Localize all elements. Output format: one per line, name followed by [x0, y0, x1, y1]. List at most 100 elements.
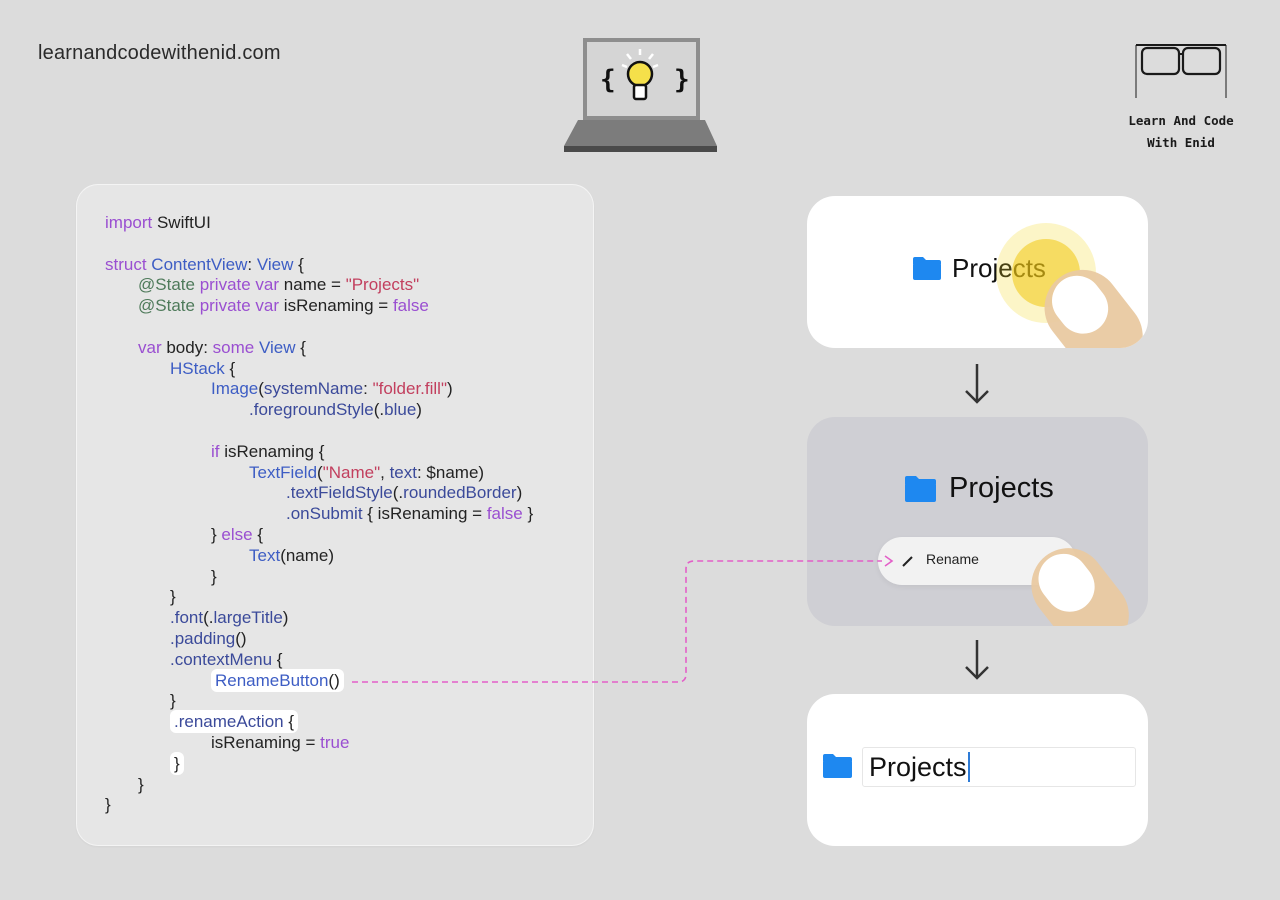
step2-panel: Projects Rename [807, 417, 1148, 626]
folder-icon [913, 257, 941, 280]
code-token: .foregroundStyle [249, 400, 374, 420]
code-line: .contextMenu { [105, 650, 533, 671]
code-token: () [235, 628, 247, 648]
code-token: .font [170, 608, 204, 628]
site-url: learnandcodewithenid.com [38, 42, 281, 64]
code-line: struct ContentView: View { [105, 255, 533, 276]
code-line: } [105, 691, 533, 712]
code-line: isRenaming = true [105, 733, 533, 754]
code-token: body: [161, 337, 213, 357]
laptop-lightbulb-logo: { } [560, 34, 720, 158]
code-token: { [272, 649, 283, 669]
code-token: TextField [249, 462, 318, 482]
code-line: TextField("Name", text: $name) [105, 463, 533, 484]
code-token: blue [384, 400, 417, 420]
code-token: } [105, 795, 111, 815]
code-token: var [138, 337, 162, 357]
code-token: ) [416, 400, 422, 420]
code-line: import SwiftUI [105, 213, 533, 234]
code-token: : [247, 254, 257, 274]
code-line: } [105, 775, 533, 796]
code-token: private var [199, 275, 280, 295]
code-token: isRenaming = [279, 296, 393, 316]
rename-field-value: Projects [869, 752, 967, 782]
code-token: (name) [280, 545, 335, 565]
brand-line-1: Learn And Code [1128, 113, 1234, 128]
code-token: (. [203, 608, 214, 628]
code-line: @State private var isRenaming = false [105, 296, 533, 317]
pencil-icon [902, 556, 913, 567]
code-token: name = [279, 275, 346, 295]
code-token: RenameButton [215, 670, 329, 690]
glasses-icon [1135, 44, 1227, 98]
code-line: } [105, 795, 533, 816]
code-token: } [138, 774, 144, 794]
brand-logo: Learn And Code With Enid [1122, 40, 1240, 154]
code-line: } [105, 751, 533, 775]
code-token: .onSubmit [286, 504, 363, 524]
rename-text-field[interactable]: Projects [862, 747, 1136, 787]
code-token: false [486, 504, 523, 524]
code-token: ContentView [151, 254, 248, 274]
code-token: } [174, 753, 180, 773]
code-line: } [105, 587, 533, 608]
code-token: { [252, 524, 263, 544]
code-token: (. [392, 483, 404, 503]
code-line: .foregroundStyle(.blue) [105, 400, 533, 421]
code-token: { isRenaming = [362, 504, 487, 524]
code-line: var body: some View { [105, 338, 533, 359]
text-caret [967, 752, 970, 782]
code-token: { [293, 254, 304, 274]
code-token: isRenaming { [219, 441, 325, 461]
down-arrow-icon [965, 364, 989, 404]
code-line: .renameAction { [105, 710, 533, 734]
code-token: , [380, 462, 390, 482]
code-token: .padding [170, 628, 236, 648]
code-token: roundedBorder [403, 483, 517, 503]
rename-menu-item[interactable]: Rename [926, 551, 979, 567]
code-token: Text [249, 545, 281, 565]
code-line: HStack { [105, 359, 533, 380]
code-token: import [105, 213, 153, 232]
code-token: .renameAction [174, 712, 284, 732]
code-token: View [258, 337, 296, 357]
tap-finger-icon [996, 223, 1143, 348]
code-token: : [363, 379, 373, 399]
code-token: false [392, 296, 429, 316]
code-token: true [320, 732, 350, 752]
code-line: .padding() [105, 629, 533, 650]
code-line: .font(.largeTitle) [105, 608, 533, 629]
code-line: .textFieldStyle(.roundedBorder) [105, 483, 533, 504]
folder-icon [823, 754, 852, 778]
code-token: some [212, 337, 255, 357]
code-line: .onSubmit { isRenaming = false } [105, 504, 533, 525]
code-token: View [256, 254, 294, 274]
code-token: : $name) [416, 462, 485, 482]
code-token: SwiftUI [152, 213, 211, 232]
code-token: } [522, 504, 534, 524]
code-card: import SwiftUI struct ContentView: View {… [76, 184, 594, 846]
tap-finger-icon [1031, 548, 1129, 626]
code-token: } [211, 524, 222, 544]
code-line: } [105, 567, 533, 588]
code-token: largeTitle [213, 608, 283, 628]
code-token: "Projects" [345, 275, 420, 295]
code-token: } [211, 566, 217, 586]
step1-panel: Projects [807, 196, 1148, 348]
code-token: "Name" [322, 462, 381, 482]
code-token: ) [516, 483, 523, 503]
code-token: } [170, 691, 176, 711]
down-arrow-icon [965, 640, 989, 680]
code-token: isRenaming = [211, 732, 321, 752]
code-token: else [221, 524, 253, 544]
brand-line-2: With Enid [1147, 135, 1215, 150]
code-token: ) [447, 379, 453, 399]
code-token: } [170, 587, 176, 607]
code-listing: import SwiftUI struct ContentView: View {… [105, 213, 533, 816]
code-line: } else { [105, 525, 533, 546]
code-token: systemName [263, 379, 364, 399]
code-token: (. [373, 400, 385, 420]
